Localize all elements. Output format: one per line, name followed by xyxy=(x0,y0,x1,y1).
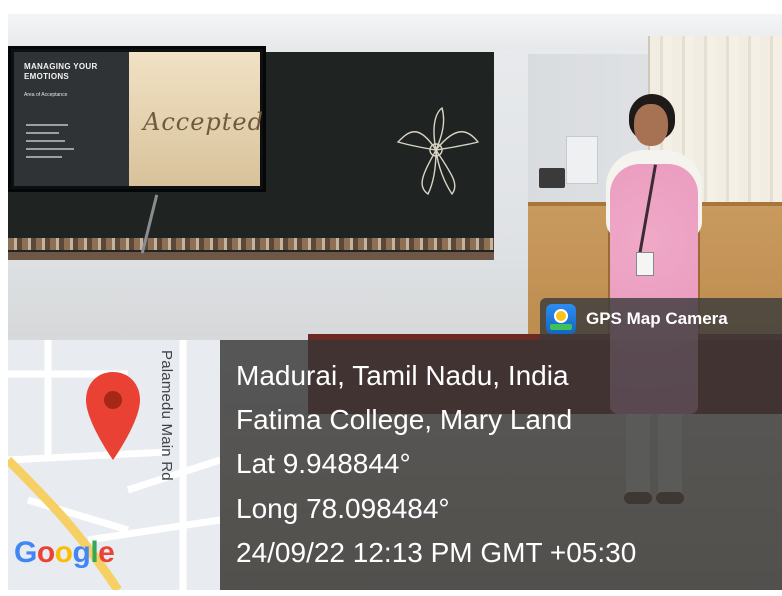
location-info-panel: Madurai, Tamil Nadu, India Fatima Colleg… xyxy=(220,340,782,590)
google-logo-letter: o xyxy=(54,536,73,569)
presentation-screen: MANAGING YOUR EMOTIONS Area of Acceptanc… xyxy=(8,46,266,192)
bottom-border xyxy=(0,590,782,596)
road-label: Palamedu Main Rd xyxy=(158,350,175,481)
google-logo-letter: o xyxy=(36,536,55,569)
google-logo-letter: e xyxy=(98,536,115,569)
sand-written-word: Accepted xyxy=(143,108,264,136)
google-logo-letter: G xyxy=(14,536,37,569)
location-map: Palamedu Main Rd Google xyxy=(8,340,220,590)
id-card xyxy=(636,252,654,276)
google-logo: Google xyxy=(14,536,115,570)
wall-speaker xyxy=(539,168,565,188)
slide-title: MANAGING YOUR EMOTIONS xyxy=(24,62,98,81)
location-text: Madurai, Tamil Nadu, India xyxy=(236,360,569,391)
gps-app-name: GPS Map Camera xyxy=(586,309,728,328)
address-text: Fatima College, Mary Land xyxy=(236,404,573,435)
timestamp-text: 24/09/22 12:13 PM GMT +05:30 xyxy=(236,537,637,568)
map-pin-icon xyxy=(86,372,140,460)
gps-app-tab: GPS Map Camera xyxy=(540,298,782,340)
slide-bullet-lines xyxy=(26,124,86,164)
slide-sand-image: Accepted xyxy=(129,52,263,186)
longitude-text: Long 78.098484° xyxy=(236,493,450,524)
presenter-face xyxy=(634,104,668,146)
google-logo-letter: g xyxy=(72,536,91,569)
board-border-decoration xyxy=(8,238,494,250)
gps-map-camera-icon xyxy=(546,304,576,334)
slide-text-panel: MANAGING YOUR EMOTIONS Area of Acceptanc… xyxy=(14,52,129,186)
photo-frame: MANAGING YOUR EMOTIONS Area of Acceptanc… xyxy=(0,0,782,596)
latitude-text: Lat 9.948844° xyxy=(236,448,411,479)
flower-drawing-icon xyxy=(396,106,480,196)
google-logo-letter: l xyxy=(90,536,99,569)
slide-subtitle: Area of Acceptance xyxy=(24,92,68,98)
